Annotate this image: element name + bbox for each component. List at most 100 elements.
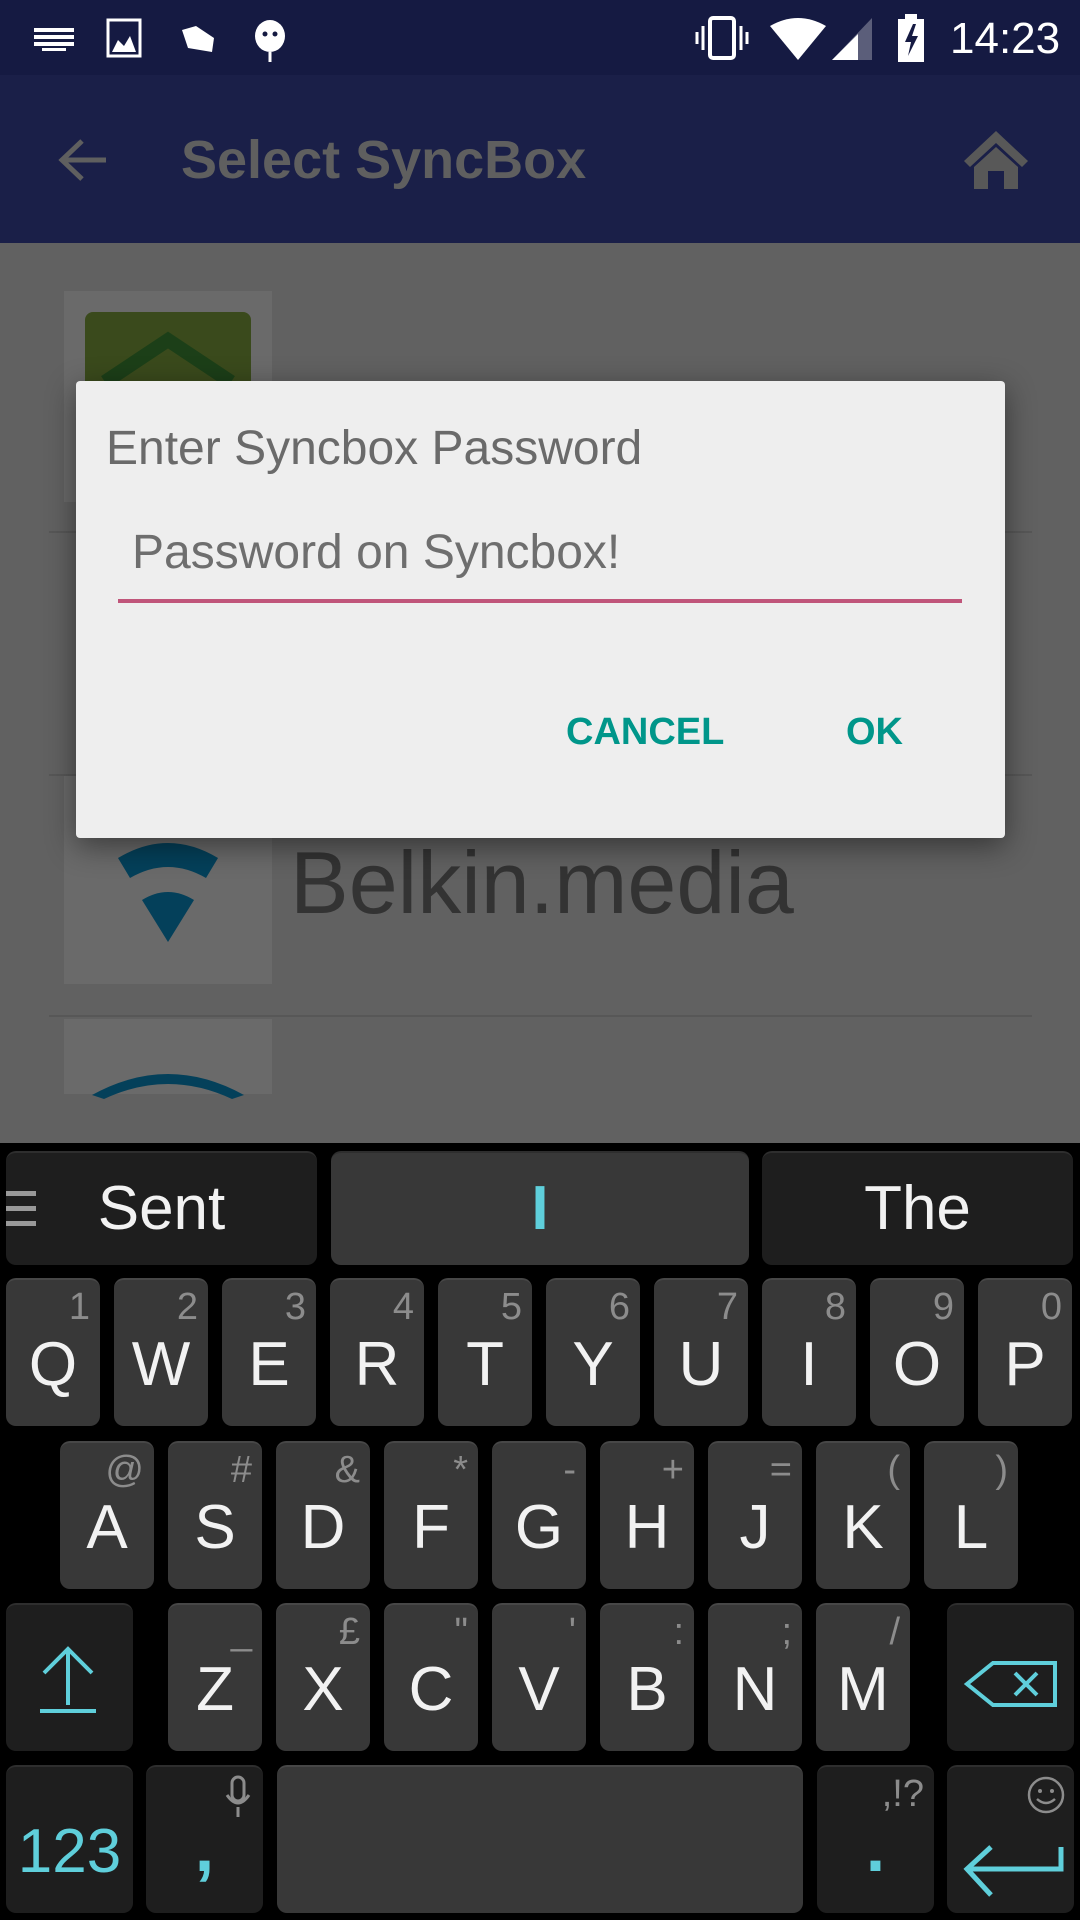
key-o[interactable]: 9O [870,1278,964,1426]
numbers-key[interactable]: 123 [6,1765,133,1913]
key-hint: 0 [1040,1286,1062,1328]
key-hint: @ [105,1449,144,1491]
key-label: Q [28,1330,78,1399]
key-label: O [892,1330,942,1399]
key-d[interactable]: & D [276,1441,370,1589]
key-label: D [300,1493,346,1562]
key-e[interactable]: 3E [222,1278,316,1426]
key-hint: 1 [68,1286,90,1328]
enter-key[interactable] [947,1765,1074,1913]
key-label: L [953,1493,989,1562]
key-a[interactable]: @ A [60,1441,154,1589]
keyboard-icon [34,28,74,51]
key-m[interactable]: / M [816,1603,910,1751]
key-hint: _ [230,1611,252,1653]
emoji-icon [1027,1776,1065,1814]
shift-arrow-icon [40,1646,96,1713]
key-label: A [86,1493,128,1562]
suggestion-the[interactable]: The [762,1151,1073,1265]
key-hint: £ [338,1611,360,1653]
cancel-button[interactable]: CANCEL [566,711,724,754]
key-n[interactable]: ; N [708,1603,802,1751]
key-hint: ' [568,1611,576,1653]
key-x[interactable]: £ X [276,1603,370,1751]
key-g[interactable]: -G [492,1441,586,1589]
key-label: J [739,1493,771,1562]
key-h[interactable]: + H [600,1441,694,1589]
key-label: Y [572,1330,614,1399]
key-l[interactable]: ) L [924,1441,1018,1589]
password-input[interactable]: Password on Syncbox! [118,511,962,603]
key-v[interactable]: ' V [492,1603,586,1751]
wifi-logo-icon [92,1074,244,1099]
dialog-title: Enter Syncbox Password [106,422,643,475]
android-debug-icon [255,20,285,62]
key-label: G [514,1493,564,1562]
list-item[interactable] [64,1019,272,1099]
home-icon[interactable] [962,127,1030,191]
key-w[interactable]: 2W [114,1278,208,1426]
key-label: S [194,1493,236,1562]
key-label: Z [196,1655,234,1724]
key-label: F [412,1493,450,1562]
password-placeholder: Password on Syncbox! [132,526,621,579]
battery-charging-icon [898,14,924,62]
key-hint: * [453,1449,468,1491]
key-i[interactable]: 8I [762,1278,856,1426]
key-k[interactable]: (K [816,1441,910,1589]
key-label: K [842,1493,884,1562]
key-label: V [518,1655,560,1724]
key-hint: / [889,1611,900,1653]
key-hint: 9 [932,1286,954,1328]
backspace-key[interactable] [947,1603,1074,1751]
key-hint: & [334,1449,360,1491]
key-label: U [678,1330,724,1399]
key-label: B [626,1655,668,1724]
key-label: E [248,1330,290,1399]
password-dialog: Enter Syncbox Password Password on Syncb… [76,381,1005,838]
key-b[interactable]: :B [600,1603,694,1751]
space-key[interactable] [277,1765,803,1913]
key-hint: 2 [176,1286,198,1328]
key-z[interactable]: _ Z [168,1603,262,1751]
suggestion-i[interactable]: I [331,1151,749,1265]
status-bar: 14:23 [0,0,1080,75]
page-title: Select SyncBox [181,130,587,190]
period-key[interactable]: ,!? . [817,1765,934,1913]
key-q[interactable]: 1Q [6,1278,100,1426]
key-hint: + [661,1449,684,1491]
key-u[interactable]: 7U [654,1278,748,1426]
cloud-icon [182,26,214,52]
signal-icon [832,18,872,60]
key-label: I [800,1330,818,1399]
status-time: 14:23 [950,14,1061,63]
key-label: P [1004,1330,1046,1399]
key-label: T [466,1330,504,1399]
key-hint: ( [887,1449,900,1491]
key-j[interactable]: = J [708,1441,802,1589]
divider [49,1015,1032,1017]
ok-button[interactable]: OK [846,711,903,754]
key-label: M [837,1655,889,1724]
menu-icon [6,1191,36,1226]
vibrate-icon [695,16,749,60]
key-hint: # [230,1449,252,1491]
key-label: X [302,1655,344,1724]
key-s[interactable]: # S [168,1441,262,1589]
key-y[interactable]: 6Y [546,1278,640,1426]
key-hint: : [673,1611,684,1653]
key-t[interactable]: 5T [438,1278,532,1426]
suggestion-sent[interactable]: Sent [6,1151,317,1265]
key-p[interactable]: 0P [978,1278,1072,1426]
key-f[interactable]: * F [384,1441,478,1589]
backspace-icon [963,1661,1057,1707]
key-hint: 4 [392,1286,414,1328]
key-r[interactable]: 4R [330,1278,424,1426]
comma-key[interactable]: , [146,1765,263,1913]
key-c[interactable]: " C [384,1603,478,1751]
key-hint: 8 [824,1286,846,1328]
shift-key[interactable] [6,1603,133,1751]
key-hint: ; [781,1611,792,1653]
back-arrow-icon[interactable] [56,135,112,185]
wifi-icon [770,18,826,60]
